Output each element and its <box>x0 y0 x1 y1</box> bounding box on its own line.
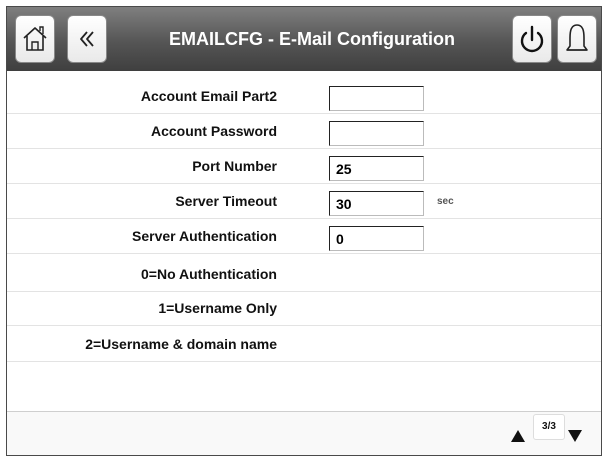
footer-bar: 3/3 <box>7 411 601 455</box>
param-row-server-authentication: Server Authentication 0 <box>7 219 601 254</box>
power-button[interactable] <box>512 15 552 63</box>
page-up-icon[interactable] <box>511 430 525 442</box>
param-row-port-number: Port Number 25 <box>7 149 601 184</box>
param-row-account-email-part2: Account Email Part2 <box>7 79 601 114</box>
server-timeout-field[interactable]: 30 <box>329 191 424 216</box>
power-icon <box>520 25 544 53</box>
alarm-button[interactable] <box>557 15 597 63</box>
parameter-list: Account Email Part2 Account Password Por… <box>7 71 601 411</box>
screen-frame: EMAILCFG - E-Mail Configuration Account … <box>6 6 602 456</box>
port-number-field[interactable]: 25 <box>329 156 424 181</box>
page-title: EMAILCFG - E-Mail Configuration <box>169 29 455 49</box>
param-label: Account Password <box>150 123 277 139</box>
account-email-part2-field[interactable] <box>329 86 424 111</box>
back-icon <box>80 31 94 47</box>
info-label: 2=Username & domain name <box>85 336 277 352</box>
bell-icon <box>566 24 588 51</box>
param-label: Port Number <box>192 158 277 174</box>
info-label: 0=No Authentication <box>141 266 277 282</box>
server-authentication-field[interactable]: 0 <box>329 226 424 251</box>
param-row-server-timeout: Server Timeout 30 sec <box>7 184 601 219</box>
info-row-username-domain: 2=Username & domain name <box>7 327 601 362</box>
home-button[interactable] <box>15 15 55 63</box>
info-row-username-only: 1=Username Only <box>7 291 601 326</box>
info-row-no-auth: 0=No Authentication <box>7 257 601 292</box>
back-button[interactable] <box>67 15 107 63</box>
info-label: 1=Username Only <box>158 300 277 316</box>
param-row-account-password: Account Password <box>7 114 601 149</box>
unit-label: sec <box>437 196 454 207</box>
page-indicator: 3/3 <box>533 414 565 440</box>
home-icon <box>23 26 47 51</box>
param-label: Account Email Part2 <box>140 88 277 104</box>
account-password-field[interactable] <box>329 121 424 146</box>
header-bar: EMAILCFG - E-Mail Configuration <box>7 7 601 71</box>
param-label: Server Authentication <box>132 228 277 244</box>
page-down-icon[interactable] <box>568 430 582 442</box>
param-label: Server Timeout <box>175 193 277 209</box>
